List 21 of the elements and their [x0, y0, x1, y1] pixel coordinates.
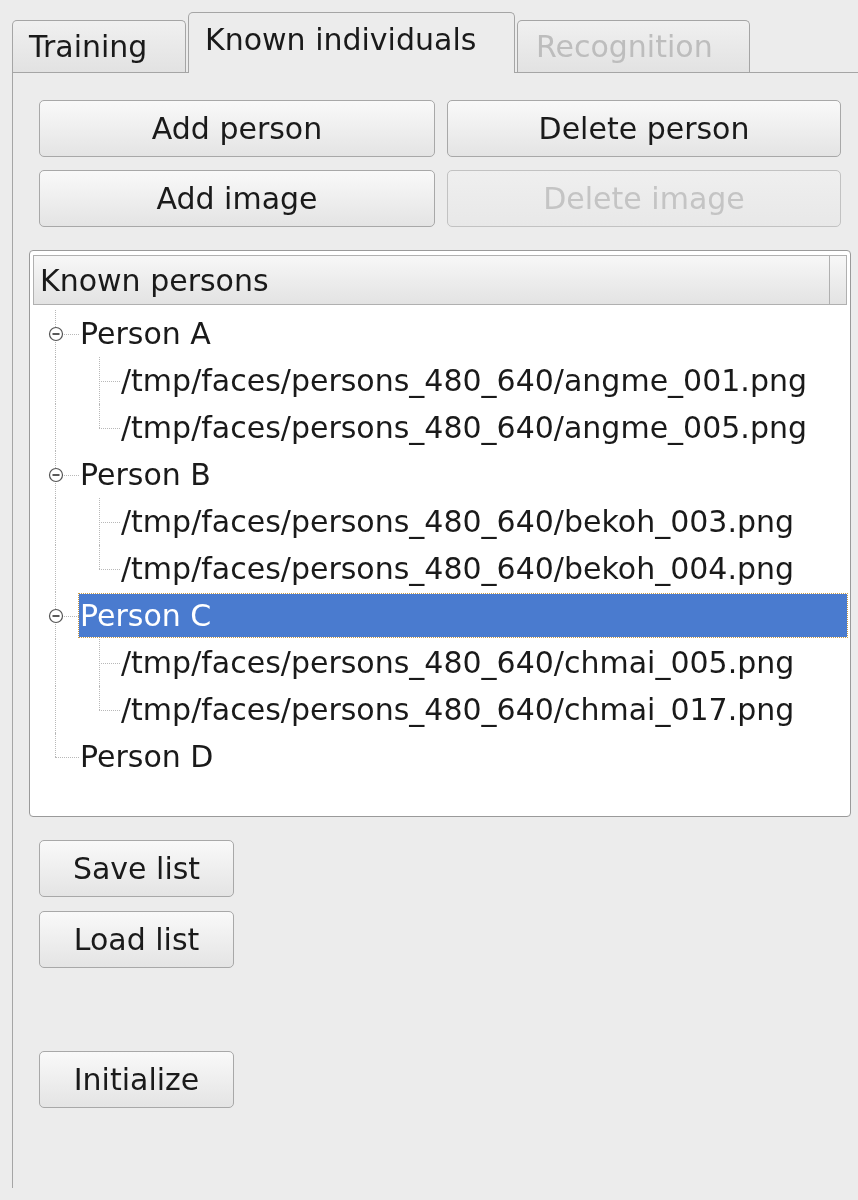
tree-item[interactable]: /tmp/faces/persons_480_640/angme_001.png — [120, 359, 847, 402]
tab[interactable]: Training — [12, 20, 186, 72]
tree-item[interactable]: /tmp/faces/persons_480_640/angme_005.png — [120, 406, 847, 449]
collapse-icon[interactable] — [48, 608, 64, 624]
push-button[interactable]: Initialize — [39, 1051, 234, 1108]
collapse-icon[interactable] — [48, 467, 64, 483]
tree-item[interactable]: Person B — [79, 453, 847, 496]
collapse-icon[interactable] — [48, 326, 64, 342]
tree-item[interactable]: /tmp/faces/persons_480_640/bekoh_003.png — [120, 500, 847, 543]
tree-item[interactable]: /tmp/faces/persons_480_640/chmai_017.png — [120, 688, 847, 731]
tree-item[interactable]: Person D — [79, 735, 847, 778]
tree-item[interactable]: /tmp/faces/persons_480_640/bekoh_004.png — [120, 547, 847, 590]
push-button[interactable]: Load list — [39, 911, 234, 968]
push-button[interactable]: Save list — [39, 840, 234, 897]
tree-item[interactable]: /tmp/faces/persons_480_640/chmai_005.png — [120, 641, 847, 684]
push-button[interactable]: Add image — [39, 170, 435, 227]
tree-item[interactable]: Person C — [79, 594, 847, 637]
tab[interactable]: Known individuals — [188, 12, 515, 73]
tree-item[interactable]: Person A — [79, 312, 847, 355]
push-button[interactable]: Add person — [39, 100, 435, 157]
push-button[interactable]: Delete person — [447, 100, 841, 157]
